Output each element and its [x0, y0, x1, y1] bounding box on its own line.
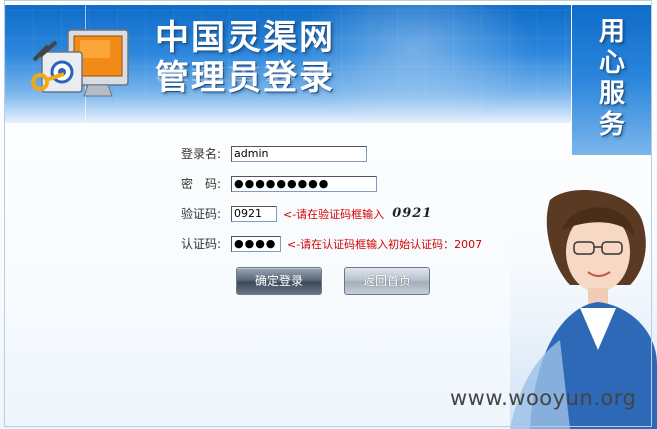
- captcha-label: 验证码:: [181, 207, 222, 221]
- captcha-row: 验证码: <-请在验证码框输入 0921: [181, 205, 432, 222]
- slogan-char: 用: [598, 17, 625, 47]
- watermark: www.wooyun.org: [450, 386, 637, 410]
- service-slogan-panel: 用 心 服 务: [572, 5, 652, 155]
- password-row: 密 码:: [181, 175, 377, 192]
- slogan-char: 务: [598, 110, 625, 140]
- slogan-char: 心: [598, 48, 625, 78]
- captcha-hint: <-请在验证码框输入: [283, 207, 385, 221]
- auth-code-hint: <-请在认证码框输入初始认证码：2007: [287, 237, 483, 251]
- username-label: 登录名:: [181, 147, 222, 161]
- auth-code-input[interactable]: [231, 235, 281, 252]
- login-button[interactable]: 确定登录: [236, 267, 322, 295]
- password-input[interactable]: [231, 175, 377, 192]
- captcha-image: 0921: [392, 206, 433, 221]
- username-input[interactable]: [231, 145, 367, 162]
- login-page: 中国灵渠网 管理员登录 管理员登录 用 心 服 务 登录名: admin 密 码…: [0, 0, 657, 429]
- username-row: 登录名:: [181, 145, 367, 162]
- key-monitor-icon: [31, 29, 129, 97]
- page-title-reflection: 管理员登录: [155, 64, 335, 83]
- captcha-input[interactable]: [231, 205, 277, 222]
- back-home-button[interactable]: 返回首页: [344, 267, 430, 295]
- slogan-char: 服: [598, 79, 625, 109]
- auth-code-label: 认证码:: [181, 237, 222, 251]
- auth-code-row: 认证码: <-请在认证码框输入初始认证码：2007: [181, 235, 482, 252]
- password-label: 密 码:: [181, 177, 222, 191]
